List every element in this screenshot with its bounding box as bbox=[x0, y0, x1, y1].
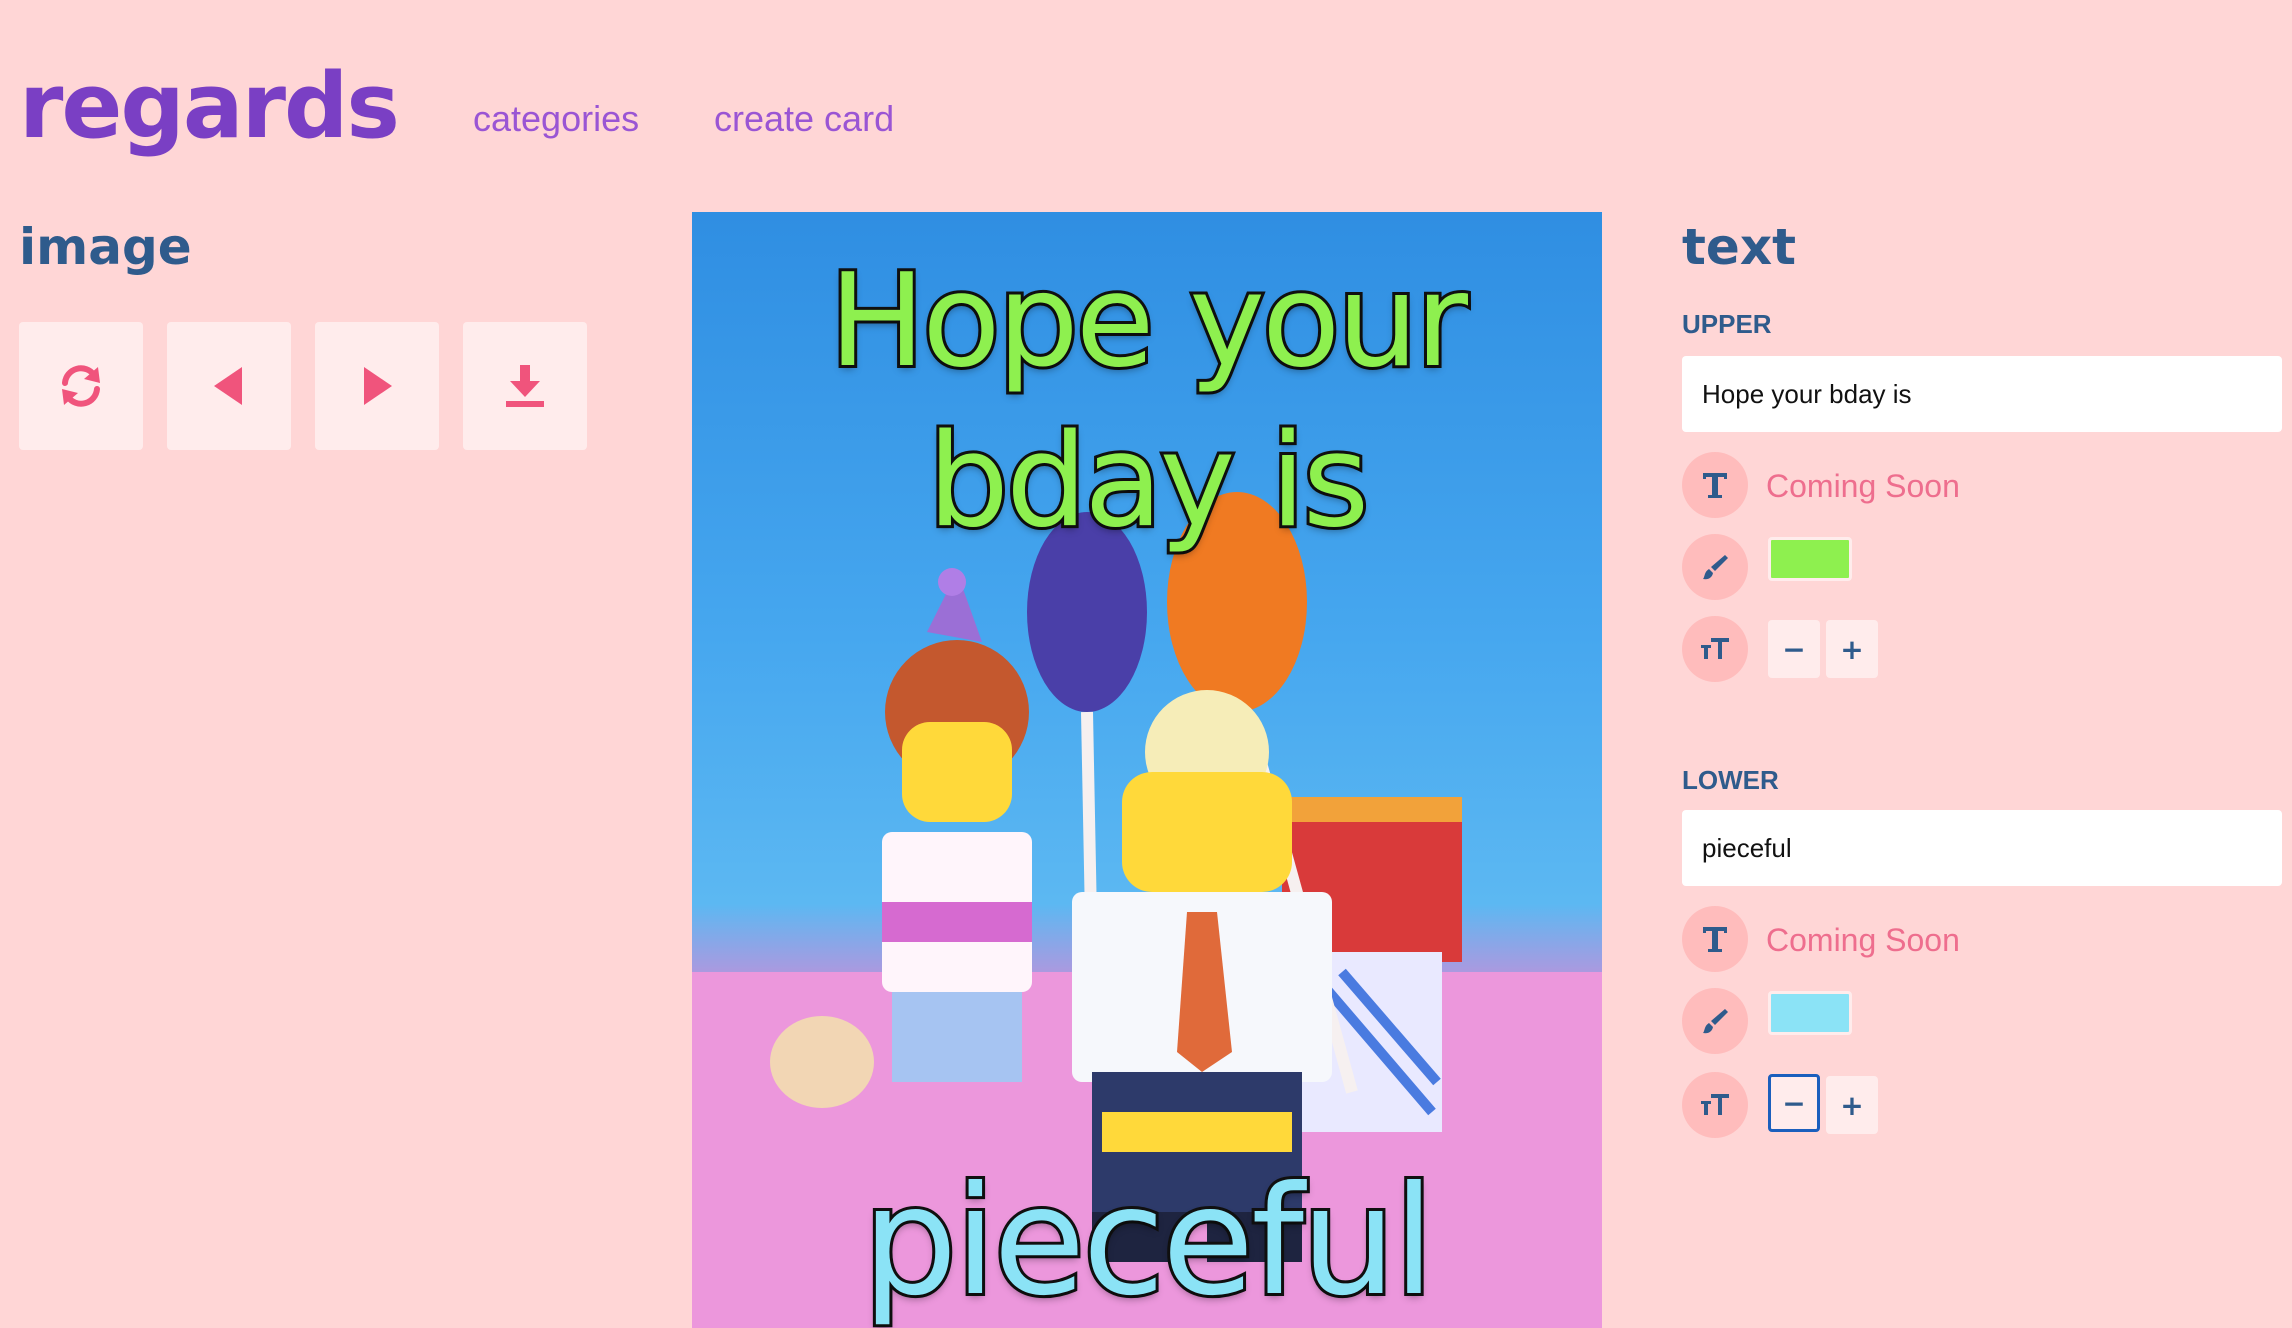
previous-image-button[interactable] bbox=[167, 322, 291, 450]
card-upper-text: Hope your bday is bbox=[826, 244, 1471, 559]
lower-label: LOWER bbox=[1682, 765, 1779, 795]
paintbrush-icon bbox=[1703, 1009, 1728, 1034]
lower-text-input[interactable] bbox=[1682, 810, 2282, 886]
image-section-title: image bbox=[19, 218, 192, 276]
caret-right-icon bbox=[364, 367, 392, 405]
lower-font-button[interactable] bbox=[1682, 906, 1748, 972]
upper-size-increase-button[interactable]: + bbox=[1826, 620, 1878, 678]
card-preview: Hope your bday is pieceful bbox=[692, 212, 1602, 1328]
download-image-button[interactable] bbox=[463, 322, 587, 450]
lower-size-decrease-button[interactable]: − bbox=[1768, 1074, 1820, 1132]
lower-size-increase-button[interactable]: + bbox=[1826, 1076, 1878, 1134]
font-icon bbox=[1703, 473, 1727, 498]
lower-color-button[interactable] bbox=[1682, 988, 1748, 1054]
paintbrush-icon bbox=[1703, 555, 1728, 580]
text-height-icon bbox=[1701, 1094, 1729, 1115]
text-height-icon bbox=[1701, 638, 1729, 659]
text-section-title: text bbox=[1682, 218, 1796, 276]
logo[interactable]: regards bbox=[19, 52, 400, 162]
upper-text-size-button[interactable] bbox=[1682, 616, 1748, 682]
lower-color-swatch[interactable] bbox=[1768, 991, 1852, 1035]
lower-font-status: Coming Soon bbox=[1766, 922, 1960, 958]
upper-text-input[interactable] bbox=[1682, 356, 2282, 432]
font-icon bbox=[1703, 927, 1727, 952]
caret-left-icon bbox=[214, 367, 242, 405]
upper-size-decrease-button[interactable]: − bbox=[1768, 620, 1820, 678]
refresh-icon bbox=[62, 365, 100, 407]
nav-categories-link[interactable]: categories bbox=[473, 97, 639, 141]
upper-font-status: Coming Soon bbox=[1766, 468, 1960, 504]
nav-create-card-link[interactable]: create card bbox=[714, 97, 894, 141]
refresh-image-button[interactable] bbox=[19, 322, 143, 450]
download-icon bbox=[506, 365, 544, 407]
upper-label: UPPER bbox=[1682, 309, 1772, 339]
card-lower-text: pieceful bbox=[859, 1152, 1437, 1328]
lower-text-size-button[interactable] bbox=[1682, 1072, 1748, 1138]
upper-font-button[interactable] bbox=[1682, 452, 1748, 518]
next-image-button[interactable] bbox=[315, 322, 439, 450]
upper-color-swatch[interactable] bbox=[1768, 537, 1852, 581]
upper-color-button[interactable] bbox=[1682, 534, 1748, 600]
